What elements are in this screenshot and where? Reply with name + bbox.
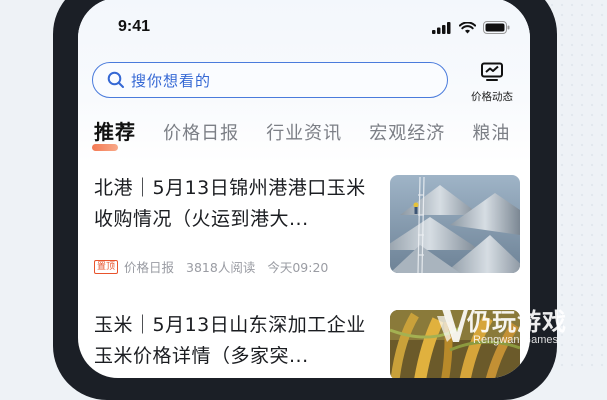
tab-recommend[interactable]: 推荐 xyxy=(92,116,136,151)
tab-industry-news[interactable]: 行业资讯 xyxy=(266,119,342,145)
tab-macro-economy[interactable]: 宏观经济 xyxy=(369,119,445,145)
article-category: 价格日报 xyxy=(124,260,175,275)
pinned-badge: 置顶 xyxy=(94,259,119,274)
search-placeholder: 搜你想看的 xyxy=(131,71,212,90)
chart-trend-icon xyxy=(481,62,503,81)
price-dynamic-label: 价格动态 xyxy=(471,91,513,103)
article-time: 今天09:20 xyxy=(267,260,329,275)
watermark-logo-icon xyxy=(437,306,469,342)
article-reads: 3818人阅读 xyxy=(186,260,256,275)
grain-silos-image[interactable] xyxy=(390,175,520,273)
search-icon xyxy=(107,71,124,88)
wifi-icon xyxy=(459,21,476,33)
status-bar: 9:41 xyxy=(78,0,530,54)
watermark: 仍玩游戏 Rengwan Games xyxy=(435,300,595,360)
tab-grain-oil[interactable]: 粮油 xyxy=(472,119,510,145)
battery-icon xyxy=(483,21,510,34)
status-icons xyxy=(432,21,510,34)
tab-price-daily[interactable]: 价格日报 xyxy=(163,119,239,145)
signal-icon xyxy=(432,21,451,34)
search-input[interactable]: 搜你想看的 xyxy=(92,62,448,98)
article-meta: 置顶 价格日报 3818人阅读 今天09:20 xyxy=(94,257,340,276)
category-tabs: 推荐 价格日报 行业资讯 宏观经济 粮油 xyxy=(92,116,530,152)
article-title[interactable]: 玉米｜5月13日山东深加工企业玉米价格详情（多家突... xyxy=(94,310,370,372)
watermark-subtitle: Rengwan Games xyxy=(473,334,558,346)
article-title[interactable]: 北港｜5月13日锦州港港口玉米收购情况（火运到港大... xyxy=(94,173,370,235)
article-card[interactable]: 北港｜5月13日锦州港港口玉米收购情况（火运到港大... 置顶 价格日报 381… xyxy=(94,173,520,283)
watermark-title: 仍玩游戏 xyxy=(467,308,567,336)
status-time: 9:41 xyxy=(118,18,151,35)
price-dynamic-button[interactable]: 价格动态 xyxy=(465,62,519,104)
